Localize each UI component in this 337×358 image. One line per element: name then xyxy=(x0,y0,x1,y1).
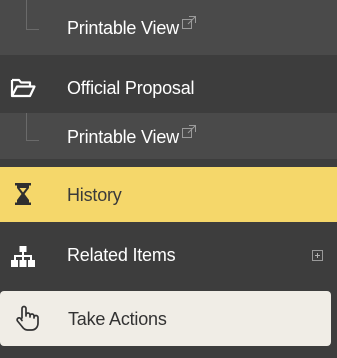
nav-item-official-proposal[interactable]: Official Proposal xyxy=(0,63,337,113)
external-link-icon xyxy=(181,125,196,138)
nav-item-printable-view[interactable]: Printable View xyxy=(0,113,337,159)
tree-connector xyxy=(26,0,39,30)
nav-item-label: History xyxy=(67,185,122,205)
plus-box-icon[interactable] xyxy=(312,250,323,261)
tree-connector xyxy=(26,113,39,141)
nav-item-label: Printable View xyxy=(67,125,196,148)
nav-item-label: Take Actions xyxy=(68,309,167,329)
nav-item-label: Official Proposal xyxy=(67,78,195,98)
external-link-icon xyxy=(181,16,196,29)
hourglass-icon xyxy=(10,181,36,207)
sitemap-icon xyxy=(10,244,36,270)
nav-item-history[interactable]: History xyxy=(0,167,337,222)
nav-item-label: Printable View xyxy=(67,16,196,39)
nav-item-printable-view[interactable]: Printable View xyxy=(0,0,337,55)
nav-item-related-items[interactable]: Related Items xyxy=(0,228,337,284)
nav-item-label: Related Items xyxy=(67,245,176,265)
sidebar-nav: Printable View Official Proposal Printab… xyxy=(0,0,337,358)
take-actions-button[interactable]: Take Actions xyxy=(0,291,331,346)
hand-pointer-icon xyxy=(13,304,41,332)
folder-open-icon xyxy=(10,75,36,101)
